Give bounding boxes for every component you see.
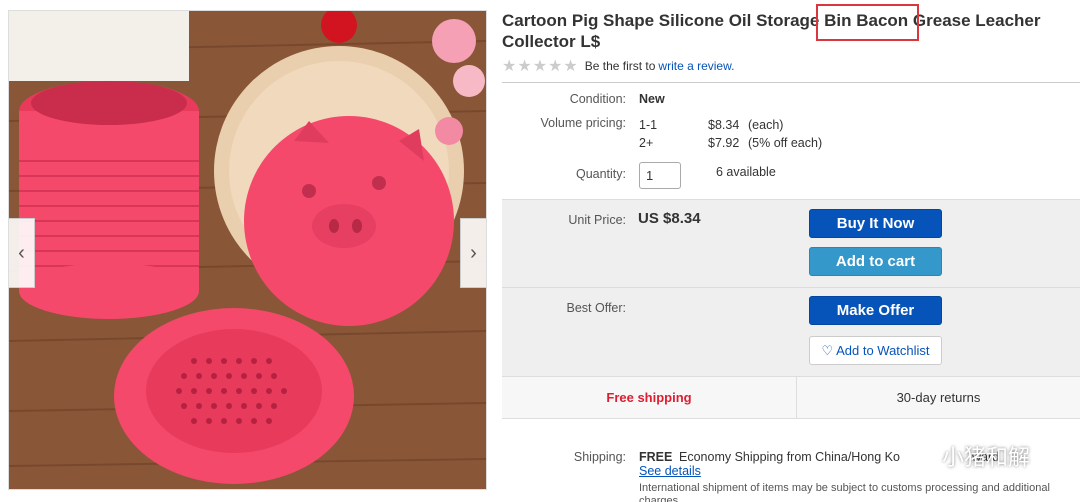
heart-icon: ♡ [821, 342, 834, 358]
wechat-icon [906, 444, 936, 467]
best-offer-label: Best Offer: [566, 301, 626, 315]
rating-text: Be the first to [584, 59, 656, 73]
gallery-next-button[interactable]: › [460, 218, 486, 288]
shipping-summary-bar: Free shipping 30-day returns [502, 376, 1080, 419]
shipping-method: Economy Shipping from China/Hong Ko [679, 450, 900, 464]
tier-qty: 2+ [639, 136, 654, 150]
gallery-prev-button[interactable]: ‹ [9, 218, 35, 288]
tier-price: $7.92 [708, 136, 740, 150]
returns-text: 30-day returns [896, 390, 981, 405]
chevron-left-icon: ‹ [18, 241, 25, 264]
tier-note: (5% off each) [748, 136, 823, 150]
tier-qty: 1-1 [639, 118, 658, 132]
watermark-text: 小猪和解 [942, 445, 1031, 470]
buy-it-now-button[interactable]: Buy It Now [809, 209, 942, 238]
free-shipping-text: Free shipping [606, 390, 692, 405]
unit-price: US $8.34 [638, 210, 701, 227]
product-image-gallery[interactable]: ‹ › [8, 10, 487, 490]
condition-label: Condition: [569, 92, 626, 106]
shipping-label: Shipping: [573, 450, 626, 464]
quantity-label: Quantity: [575, 167, 626, 181]
panel-divider [502, 287, 1080, 288]
condition-value: New [639, 92, 665, 106]
rating-row: ★★★★★ Be the first to write a review. [502, 56, 734, 76]
add-to-cart-button[interactable]: Add to cart [809, 247, 942, 276]
make-offer-button[interactable]: Make Offer [809, 296, 942, 325]
shipping-free: FREE [639, 450, 673, 464]
watermark: 小猪和解 [906, 440, 1030, 472]
product-title: Cartoon Pig Shape Silicone Oil Storage B… [502, 11, 1041, 51]
add-to-watchlist-button[interactable]: ♡ Add to Watchlist [809, 336, 942, 365]
divider [502, 82, 1080, 83]
free-shipping-cell: Free shipping [502, 377, 796, 418]
intl-shipping-note: International shipment of items may be s… [639, 482, 1050, 494]
tier-price: $8.34 [708, 118, 740, 132]
returns-cell: 30-day returns [796, 377, 1080, 418]
see-details-link[interactable]: See details [639, 464, 701, 478]
tier-note: (each) [748, 118, 784, 132]
available-count: 6 available [716, 165, 776, 179]
rating-stars-icon: ★★★★★ [502, 58, 579, 75]
watchlist-label: Add to Watchlist [836, 343, 930, 358]
product-photo [9, 11, 486, 489]
write-review-link[interactable]: write a review. [658, 59, 734, 73]
highlight-annotation [816, 4, 919, 41]
chevron-right-icon: › [470, 241, 477, 264]
quantity-input[interactable] [639, 162, 681, 189]
unit-price-label: Unit Price: [568, 213, 626, 227]
volume-pricing-label: Volume pricing: [540, 116, 626, 130]
intl-shipping-note-2: charges [639, 495, 679, 502]
